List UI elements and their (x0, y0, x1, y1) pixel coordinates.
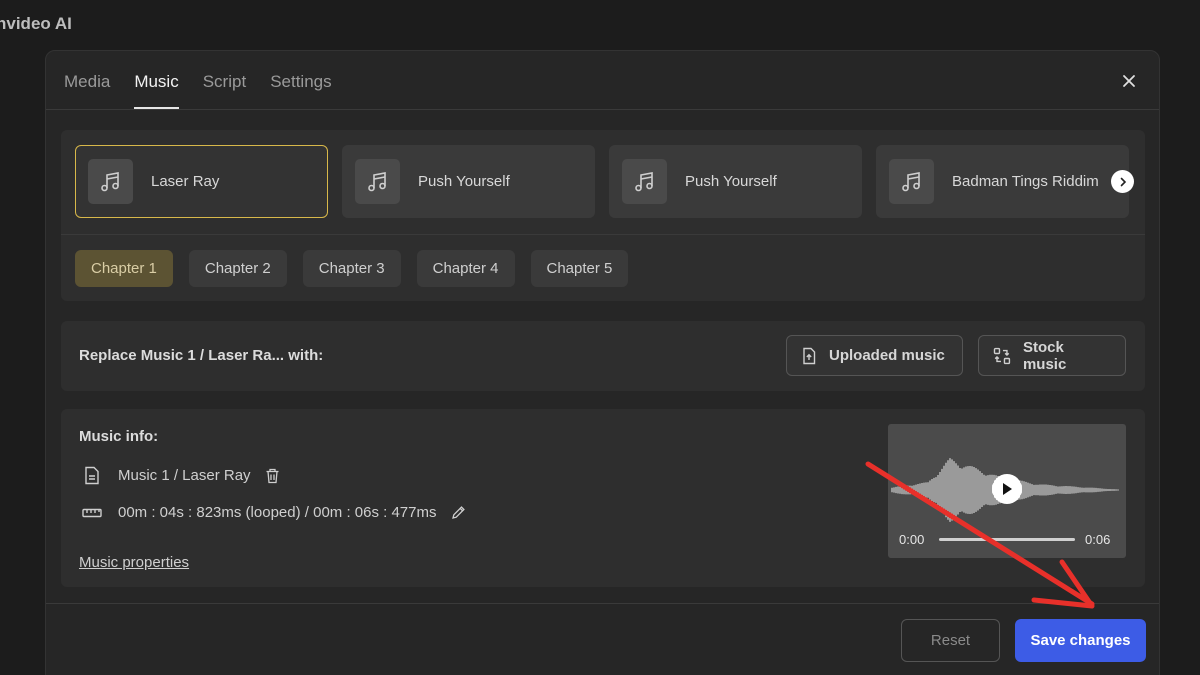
track-card-push-yourself[interactable]: Push Yourself (342, 145, 595, 218)
chapter-3-button[interactable]: Chapter 3 (302, 250, 401, 287)
track-card-laser-ray[interactable]: Laser Ray (75, 145, 328, 218)
track-name: Laser Ray (151, 173, 220, 190)
edit-duration-button[interactable] (451, 505, 466, 520)
pencil-icon (451, 506, 465, 519)
tracks-next-button[interactable] (1111, 170, 1134, 193)
reset-button[interactable]: Reset (901, 619, 1000, 662)
tracks-panel: Laser Ray Push Yourself Push Yourself Ba… (61, 130, 1145, 301)
app-title: nvideo AI (0, 14, 72, 33)
music-duration: 00m : 04s : 823ms (looped) / 00m : 06s :… (118, 504, 437, 521)
replace-label: Replace Music 1 / Laser Ra... with: (79, 347, 324, 364)
track-name: Badman Tings Riddim (952, 173, 1099, 190)
total-time: 0:06 (1085, 532, 1111, 547)
trash-icon (266, 468, 279, 483)
stock-music-label: Stock music (1022, 338, 1067, 373)
ruler-icon (81, 508, 103, 518)
delete-music-button[interactable] (265, 468, 280, 484)
uploaded-music-label: Uploaded music (829, 347, 945, 364)
music-note-icon (355, 159, 400, 204)
tabs-divider (46, 109, 1159, 110)
chapter-list: Chapter 1 Chapter 2 Chapter 3 Chapter 4 … (75, 250, 644, 287)
tab-bar: Media Music Script Settings (64, 51, 356, 110)
track-card-badman-tings[interactable]: Badman Tings Riddim (876, 145, 1129, 218)
music-properties-link[interactable]: Music properties (79, 554, 189, 571)
swap-icon (993, 347, 1011, 364)
close-button[interactable] (1117, 69, 1141, 93)
uploaded-music-button[interactable]: Uploaded music (786, 335, 963, 376)
music-info-panel: Music info: Music 1 / Laser Ray 00m : 04… (61, 409, 1145, 587)
tab-media[interactable]: Media (64, 51, 110, 109)
play-button[interactable] (992, 474, 1022, 504)
track-card-push-yourself-2[interactable]: Push Yourself (609, 145, 862, 218)
music-file-row: Music 1 / Laser Ray (81, 466, 280, 485)
tracks-divider (61, 234, 1145, 235)
tab-settings[interactable]: Settings (270, 51, 331, 109)
file-icon (81, 466, 103, 485)
chevron-right-icon (1120, 177, 1126, 186)
edit-music-modal: Media Music Script Settings Laser Ray Pu… (45, 50, 1160, 675)
upload-file-icon (803, 347, 816, 364)
music-info-title: Music info: (79, 428, 159, 445)
music-file-name: Music 1 / Laser Ray (118, 467, 251, 484)
footer-divider (46, 603, 1159, 604)
replace-panel: Replace Music 1 / Laser Ra... with: Uplo… (61, 321, 1145, 391)
music-note-icon (889, 159, 934, 204)
track-name: Push Yourself (685, 173, 777, 190)
close-icon (1123, 75, 1135, 87)
track-name: Push Yourself (418, 173, 510, 190)
audio-preview-player: 0:00 0:06 (888, 424, 1126, 558)
music-note-icon (622, 159, 667, 204)
music-duration-row: 00m : 04s : 823ms (looped) / 00m : 06s :… (81, 504, 466, 521)
chapter-2-button[interactable]: Chapter 2 (188, 250, 287, 287)
stock-music-button[interactable]: Stock music (978, 335, 1126, 376)
chapter-1-button[interactable]: Chapter 1 (75, 250, 173, 287)
chapter-4-button[interactable]: Chapter 4 (416, 250, 515, 287)
progress-bar[interactable] (939, 538, 1075, 541)
chapter-5-button[interactable]: Chapter 5 (530, 250, 629, 287)
music-note-icon (88, 159, 133, 204)
current-time: 0:00 (899, 532, 925, 547)
save-changes-button[interactable]: Save changes (1015, 619, 1146, 662)
tab-script[interactable]: Script (203, 51, 246, 109)
tab-music[interactable]: Music (134, 51, 180, 110)
play-icon (1003, 483, 1012, 495)
track-list: Laser Ray Push Yourself Push Yourself Ba… (75, 145, 1143, 218)
